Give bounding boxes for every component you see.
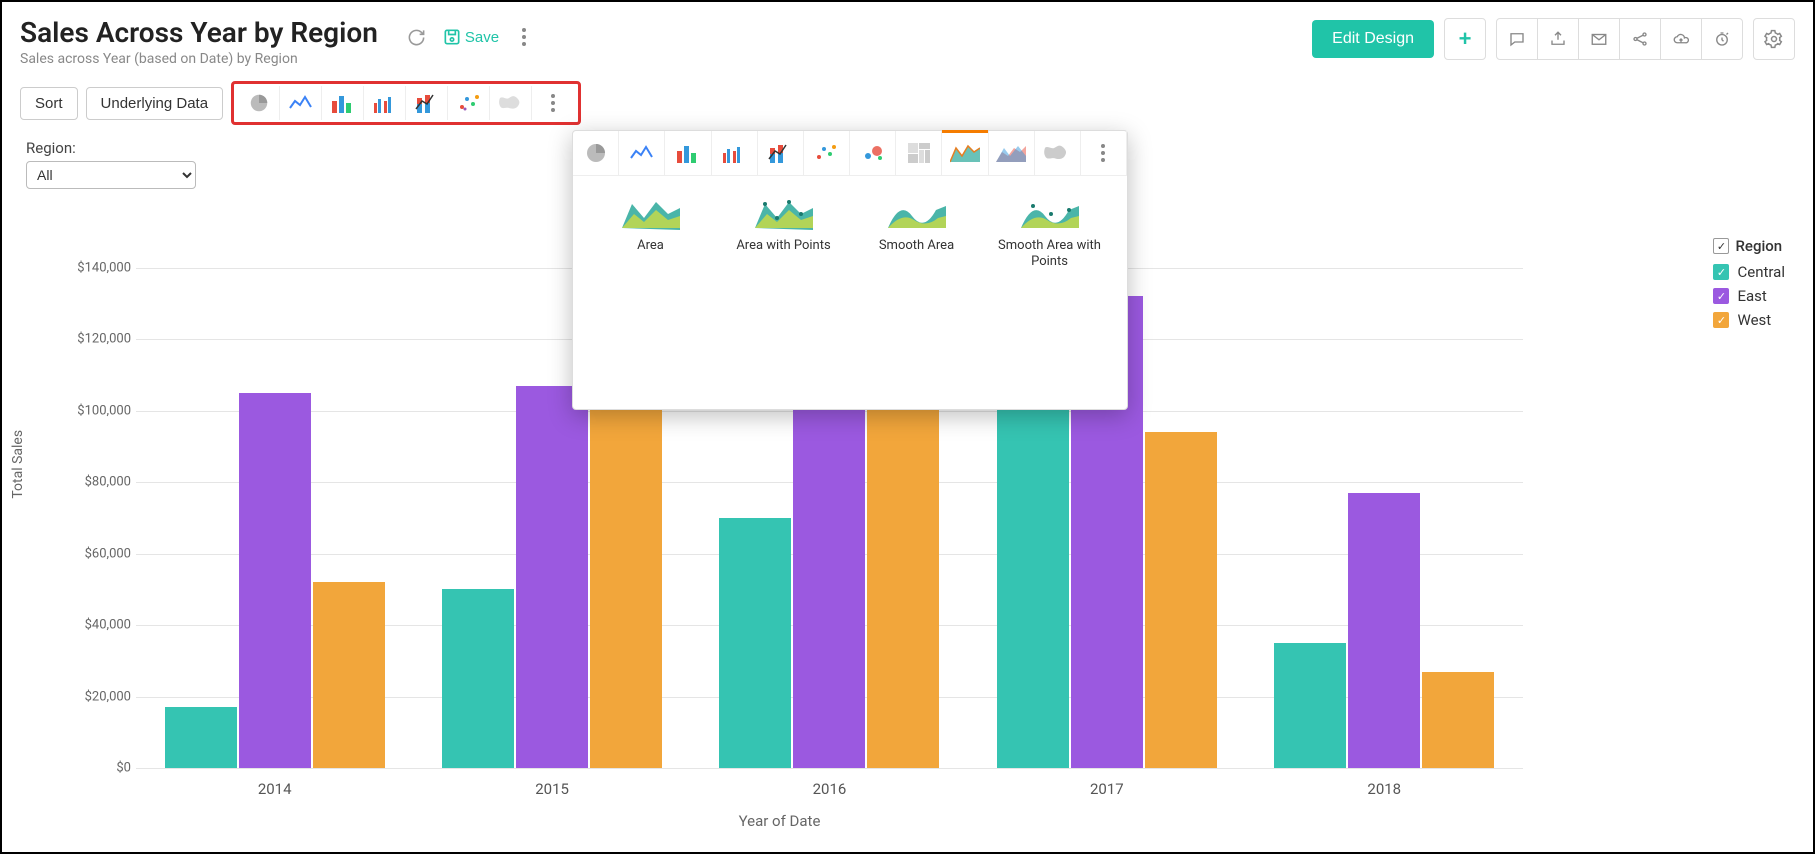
pop-type-more[interactable] (1081, 131, 1127, 175)
legend-label: West (1737, 311, 1771, 329)
y-tick-label: $120,000 (56, 332, 131, 347)
email-button[interactable] (1578, 18, 1620, 60)
bar[interactable] (516, 386, 588, 768)
legend-label: Central (1737, 263, 1785, 281)
y-axis-label: Total Sales (10, 430, 26, 499)
legend-swatch: ✓ (1713, 264, 1729, 280)
chart-type-stacked-bar[interactable] (406, 86, 448, 120)
x-tick-label: 2014 (258, 780, 292, 798)
bar[interactable] (1145, 432, 1217, 768)
more-vertical-icon (551, 94, 555, 112)
x-axis-label: Year of Date (739, 812, 821, 830)
legend-item[interactable]: ✓ East (1713, 287, 1785, 305)
pop-type-stacked-bar[interactable] (758, 131, 804, 175)
legend-item[interactable]: ✓ West (1713, 311, 1785, 329)
more-vertical-icon (522, 28, 526, 46)
chart-type-popover: Area Area with Points Smooth Area Smooth Ar… (572, 130, 1128, 410)
more-vertical-icon (1101, 144, 1105, 162)
x-tick-label: 2016 (813, 780, 847, 798)
chart-type-scatter[interactable] (448, 86, 490, 120)
clock-button[interactable] (1701, 18, 1743, 60)
popover-option-label: Area (637, 238, 664, 254)
y-tick-label: $60,000 (56, 546, 131, 561)
settings-button[interactable] (1753, 18, 1795, 60)
legend-swatch: ✓ (1713, 288, 1729, 304)
save-button[interactable]: Save (436, 23, 505, 51)
bar[interactable] (793, 386, 865, 768)
legend-label: East (1737, 287, 1766, 305)
x-tick-label: 2015 (535, 780, 569, 798)
save-label: Save (465, 29, 499, 46)
grid-line (136, 768, 1523, 769)
bar[interactable] (239, 393, 311, 768)
popover-option[interactable]: Area with Points (724, 196, 844, 269)
edit-design-button[interactable]: Edit Design (1312, 20, 1434, 58)
bar[interactable] (867, 396, 939, 768)
underlying-data-button[interactable]: Underlying Data (86, 87, 224, 120)
y-tick-label: $20,000 (56, 689, 131, 704)
refresh-button[interactable] (400, 20, 434, 54)
chart-type-pie[interactable] (238, 86, 280, 120)
share-button[interactable] (1619, 18, 1661, 60)
popover-option[interactable]: Area (591, 196, 711, 269)
sort-button[interactable]: Sort (20, 87, 78, 120)
popover-option-label: Area with Points (736, 238, 830, 254)
y-tick-label: $40,000 (56, 618, 131, 633)
pop-type-scatter[interactable] (804, 131, 850, 175)
popover-option-label: Smooth Area with Points (990, 238, 1110, 269)
y-tick-label: $80,000 (56, 475, 131, 490)
bar[interactable] (1422, 672, 1494, 768)
add-button[interactable]: + (1444, 18, 1486, 60)
bar[interactable] (590, 400, 662, 768)
bar[interactable] (313, 582, 385, 768)
x-tick-label: 2018 (1367, 780, 1401, 798)
region-filter-select[interactable]: All (26, 161, 196, 189)
y-tick-label: $0 (56, 761, 131, 776)
header-more-button[interactable] (507, 20, 541, 54)
chart-type-grouped-bar[interactable] (364, 86, 406, 120)
y-tick-label: $140,000 (56, 260, 131, 275)
legend-title: Region (1735, 237, 1782, 255)
page-title: Sales Across Year by Region (20, 16, 378, 49)
year-group: 2014 (165, 232, 385, 768)
legend-item[interactable]: ✓ Central (1713, 263, 1785, 281)
chart-type-more[interactable] (532, 86, 574, 120)
chart-type-toolbar (231, 81, 581, 125)
popover-option[interactable]: Smooth Area with Points (990, 196, 1110, 269)
bar[interactable] (1274, 643, 1346, 768)
pop-type-line[interactable] (619, 131, 665, 175)
comment-button[interactable] (1496, 18, 1538, 60)
pop-type-bar[interactable] (665, 131, 711, 175)
page-subtitle: Sales across Year (based on Date) by Reg… (20, 51, 378, 67)
check-icon: ✓ (1713, 238, 1729, 254)
year-group: 2018 (1274, 232, 1494, 768)
popover-option[interactable]: Smooth Area (857, 196, 977, 269)
pop-type-bubble[interactable] (850, 131, 896, 175)
export-button[interactable] (1537, 18, 1579, 60)
pop-type-area[interactable] (942, 131, 988, 175)
popover-option-label: Smooth Area (879, 238, 954, 254)
pop-type-pie[interactable] (573, 131, 619, 175)
y-tick-label: $100,000 (56, 403, 131, 418)
legend-header[interactable]: ✓ Region (1713, 237, 1785, 255)
chart-type-line[interactable] (280, 86, 322, 120)
pop-type-area2[interactable] (989, 131, 1035, 175)
chart-type-bar[interactable] (322, 86, 364, 120)
x-tick-label: 2017 (1090, 780, 1124, 798)
bar[interactable] (1348, 493, 1420, 768)
bar[interactable] (719, 518, 791, 768)
chart-type-map[interactable] (490, 86, 532, 120)
pop-type-treemap[interactable] (896, 131, 942, 175)
bar[interactable] (165, 707, 237, 768)
legend: ✓ Region ✓ Central ✓ East ✓ West (1713, 237, 1785, 335)
legend-swatch: ✓ (1713, 312, 1729, 328)
cloud-button[interactable] (1660, 18, 1702, 60)
pop-type-grouped-bar[interactable] (712, 131, 758, 175)
bar[interactable] (442, 589, 514, 768)
pop-type-map[interactable] (1035, 131, 1081, 175)
